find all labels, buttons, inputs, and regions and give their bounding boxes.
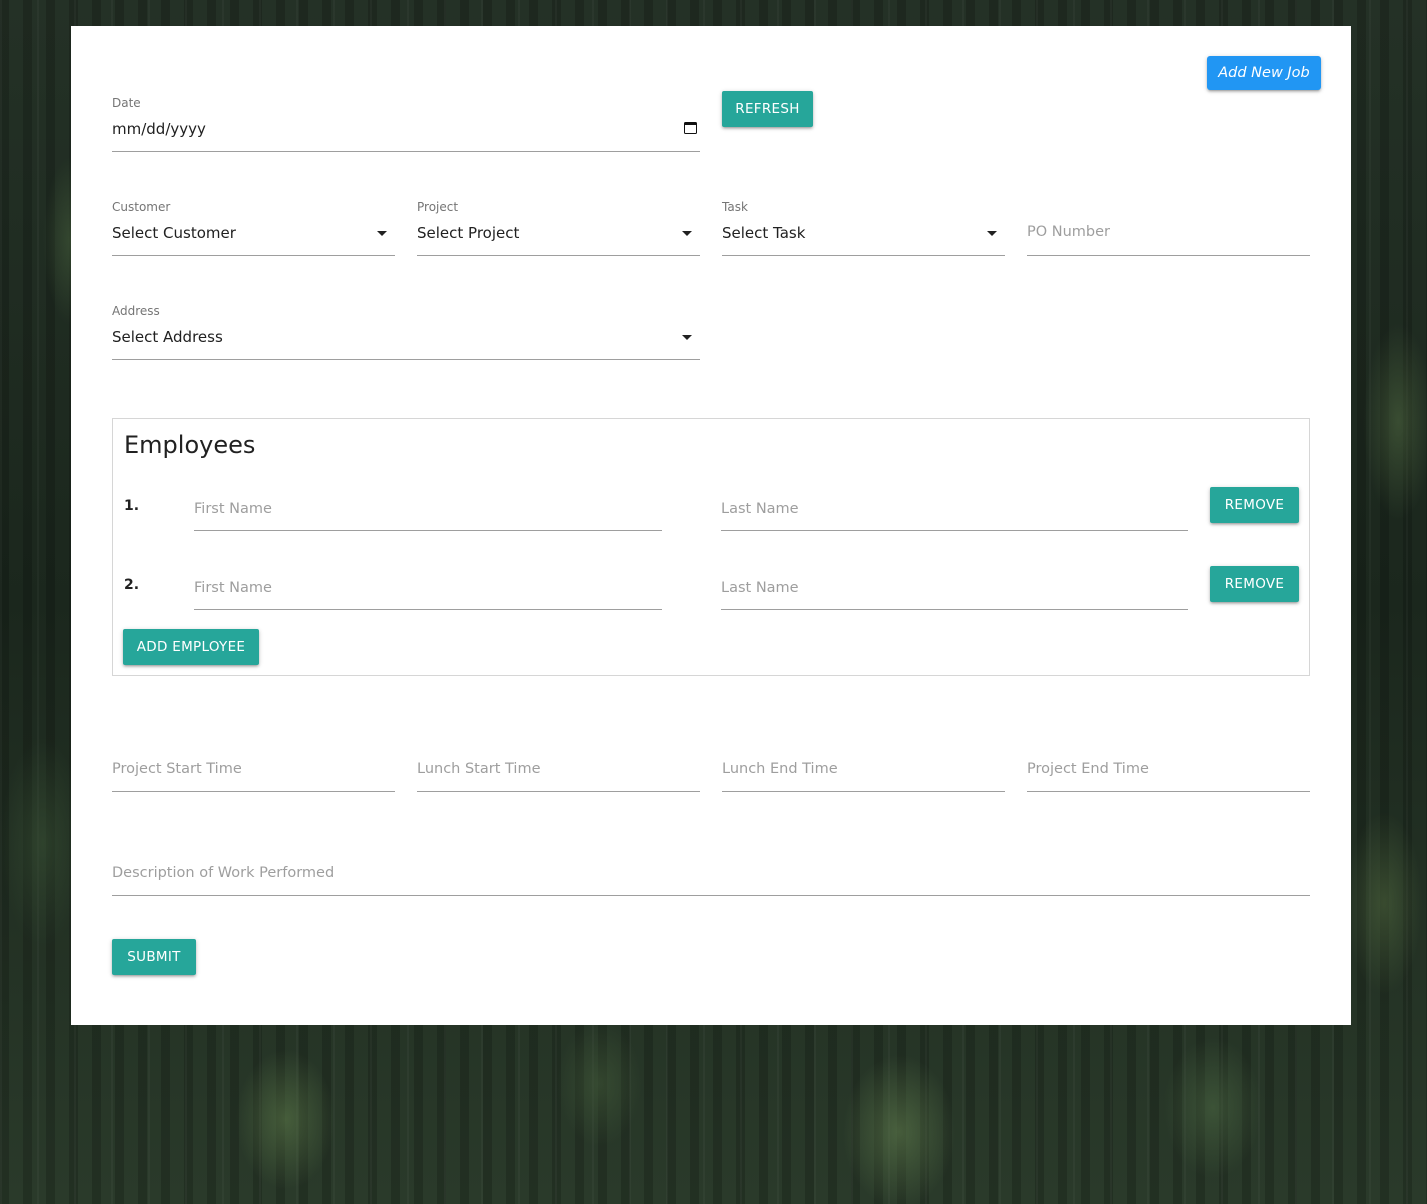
add-new-job-button[interactable]: Add New Job xyxy=(1207,56,1321,90)
first-name-underline xyxy=(194,609,662,610)
last-name-underline xyxy=(721,609,1188,610)
description-placeholder: Description of Work Performed xyxy=(112,865,335,881)
first-name-underline xyxy=(194,530,662,531)
chevron-down-icon xyxy=(377,231,387,236)
first-name-placeholder: First Name xyxy=(194,501,272,517)
submit-button[interactable]: SUBMIT xyxy=(112,939,196,975)
customer-select[interactable]: Customer Select Customer xyxy=(112,200,395,256)
project-start-time-placeholder: Project Start Time xyxy=(112,761,242,777)
lunch-start-time-input[interactable]: Lunch Start Time xyxy=(417,757,700,792)
po-number-placeholder: PO Number xyxy=(1027,224,1111,240)
lunch-end-time-input[interactable]: Lunch End Time xyxy=(722,757,1005,792)
project-end-time-underline xyxy=(1027,791,1310,792)
employee-first-name-input[interactable]: First Name xyxy=(194,497,662,531)
description-input[interactable]: Description of Work Performed xyxy=(112,861,1310,896)
address-value: Select Address xyxy=(112,328,223,346)
date-underline xyxy=(112,151,700,152)
chevron-down-icon xyxy=(682,335,692,340)
last-name-placeholder: Last Name xyxy=(721,580,799,596)
page-background: { "header": { "add_job_label": "Add New … xyxy=(0,0,1427,1204)
date-field[interactable]: Date mm/dd/yyyy xyxy=(112,96,700,152)
job-form-card: Add New Job Date mm/dd/yyyy REFRESH Cust… xyxy=(71,26,1351,1025)
remove-employee-button[interactable]: REMOVE xyxy=(1210,566,1299,602)
task-underline xyxy=(722,255,1005,256)
customer-underline xyxy=(112,255,395,256)
employees-title: Employees xyxy=(124,431,256,459)
task-label: Task xyxy=(722,200,748,214)
address-select[interactable]: Address Select Address xyxy=(112,304,700,360)
address-label: Address xyxy=(112,304,160,318)
lunch-end-time-placeholder: Lunch End Time xyxy=(722,761,838,777)
date-value: mm/dd/yyyy xyxy=(112,120,206,138)
description-underline xyxy=(112,895,1310,896)
last-name-underline xyxy=(721,530,1188,531)
lunch-end-time-underline xyxy=(722,791,1005,792)
employee-number: 1. xyxy=(124,498,140,514)
task-select[interactable]: Task Select Task xyxy=(722,200,1005,256)
project-label: Project xyxy=(417,200,459,214)
po-number-input[interactable]: PO Number xyxy=(1027,200,1310,256)
project-end-time-input[interactable]: Project End Time xyxy=(1027,757,1310,792)
employee-first-name-input[interactable]: First Name xyxy=(194,576,662,610)
project-end-time-placeholder: Project End Time xyxy=(1027,761,1149,777)
po-number-underline xyxy=(1027,255,1310,256)
task-value: Select Task xyxy=(722,224,806,242)
employee-last-name-input[interactable]: Last Name xyxy=(721,497,1188,531)
first-name-placeholder: First Name xyxy=(194,580,272,596)
project-start-time-underline xyxy=(112,791,395,792)
address-underline xyxy=(112,359,700,360)
refresh-button[interactable]: REFRESH xyxy=(722,91,813,127)
last-name-placeholder: Last Name xyxy=(721,501,799,517)
project-select[interactable]: Project Select Project xyxy=(417,200,700,256)
employee-number: 2. xyxy=(124,577,140,593)
remove-employee-button[interactable]: REMOVE xyxy=(1210,487,1299,523)
lunch-start-time-placeholder: Lunch Start Time xyxy=(417,761,541,777)
customer-value: Select Customer xyxy=(112,224,236,242)
employee-last-name-input[interactable]: Last Name xyxy=(721,576,1188,610)
project-underline xyxy=(417,255,700,256)
chevron-down-icon xyxy=(987,231,997,236)
project-start-time-input[interactable]: Project Start Time xyxy=(112,757,395,792)
project-value: Select Project xyxy=(417,224,520,242)
lunch-start-time-underline xyxy=(417,791,700,792)
customer-label: Customer xyxy=(112,200,171,214)
chevron-down-icon xyxy=(682,231,692,236)
date-label: Date xyxy=(112,96,141,110)
add-employee-button[interactable]: ADD EMPLOYEE xyxy=(123,629,259,665)
employees-section: Employees 1. First Name Last Name REMOVE… xyxy=(112,418,1310,676)
calendar-icon[interactable] xyxy=(684,122,697,134)
